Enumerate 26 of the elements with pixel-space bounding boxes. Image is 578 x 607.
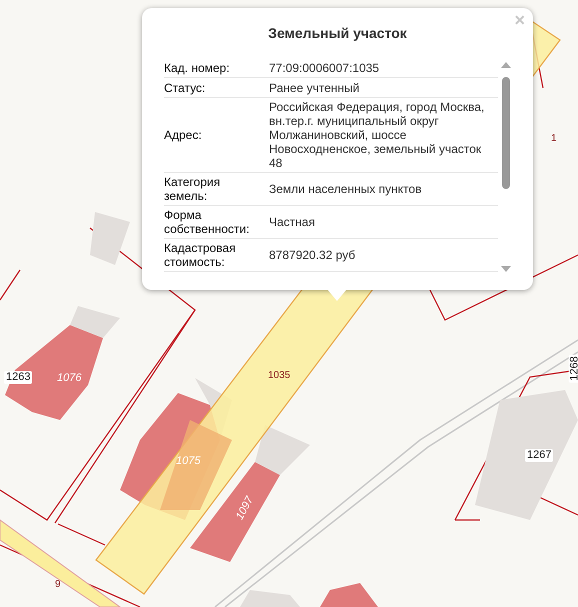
map-label: 1267	[525, 449, 554, 462]
map-label: 1076	[57, 372, 82, 385]
field-label: Статус:	[164, 80, 206, 94]
map-label: 1097	[234, 494, 257, 522]
scrollbar-thumb[interactable]	[502, 77, 510, 189]
map-label: 1	[551, 132, 557, 145]
popup-title: Земельный участок	[267, 24, 408, 43]
field-label: Кад. номер:	[164, 60, 231, 74]
field-value: 77:09:0006007:1035	[269, 60, 380, 74]
map-label: 1268	[568, 354, 578, 383]
field-value: Ранее учтенный	[269, 80, 360, 94]
map-label: 1263	[4, 371, 32, 384]
field-value: 8787920.32 руб	[269, 248, 356, 262]
map-label: 1075	[176, 455, 200, 468]
field-label: Адрес:	[164, 128, 203, 142]
map-label: 1035	[268, 369, 290, 382]
field-label: Форма собственности:	[164, 208, 250, 236]
map-label: 9	[55, 578, 61, 591]
field-label: Кадастровая стоимость:	[164, 241, 237, 269]
field-label: Категория земель:	[164, 175, 222, 203]
scroll-up-icon[interactable]	[501, 62, 511, 68]
field-value: Земли населенных пунктов	[269, 182, 423, 196]
scroll-down-icon[interactable]	[501, 266, 511, 272]
close-button[interactable]: ×	[514, 10, 525, 30]
field-value: Российская Федерация, город Москва, вн.тер.г. муниципальный округ Молжаниновский, шоссе Новосходненское, земельный участок 48	[269, 100, 486, 170]
field-value: Частная	[269, 215, 316, 229]
